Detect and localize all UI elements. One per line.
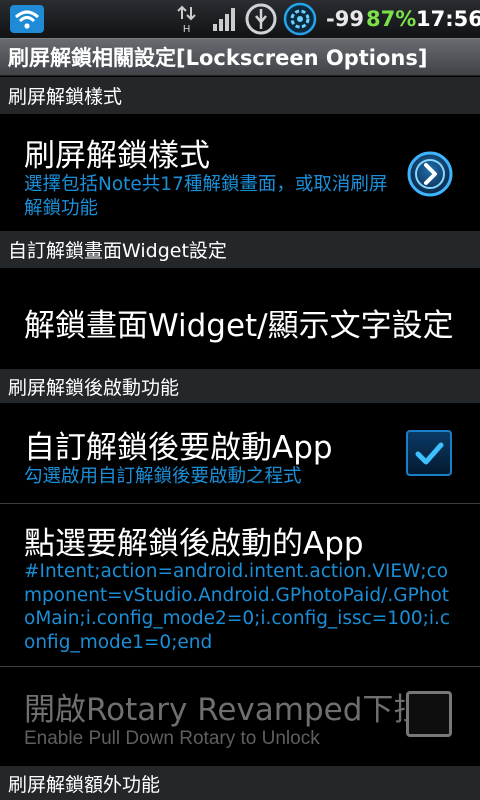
pref-rotary-summary: Enable Pull Down Rotary to Unlock bbox=[24, 728, 320, 749]
section-header-widget: 自訂解鎖畫面Widget設定 bbox=[0, 231, 480, 268]
checkmark-icon bbox=[415, 442, 444, 465]
pref-pick-app[interactable]: 點選要解鎖後啟動的App #Intent;action=android.inte… bbox=[0, 504, 480, 666]
network-type-icon: H bbox=[176, 0, 198, 38]
wifi-icon bbox=[10, 0, 44, 38]
pref-lock-style[interactable]: 刷屏解鎖樣式 選擇包括Note共17種解鎖畫面，或取消刷屏解鎖功能 bbox=[0, 114, 480, 231]
pref-lock-style-title: 刷屏解鎖樣式 bbox=[24, 138, 210, 174]
section-header-extra: 刷屏解鎖額外功能 bbox=[0, 766, 480, 800]
pref-pick-app-summary: #Intent;action=android.intent.action.VIE… bbox=[24, 561, 451, 653]
pref-custom-app-summary: 勾選啟用自訂解鎖後要啟動之程式 bbox=[24, 466, 302, 487]
network-type-label: H bbox=[183, 24, 190, 35]
clock: 17:56 bbox=[416, 7, 480, 31]
pref-lock-style-summary: 選擇包括Note共17種解鎖畫面，或取消刷屏解鎖功能 bbox=[24, 174, 388, 219]
pref-custom-app[interactable]: 自訂解鎖後要啟動App 勾選啟用自訂解鎖後要啟動之程式 bbox=[0, 403, 480, 503]
signal-icon bbox=[212, 0, 236, 38]
rotary-checkbox[interactable] bbox=[406, 691, 452, 737]
pref-widget-settings[interactable]: 解鎖畫面Widget/顯示文字設定 bbox=[0, 268, 480, 369]
chevron-right-circle-icon[interactable] bbox=[406, 150, 454, 202]
usb-debug-icon bbox=[244, 0, 278, 38]
pref-rotary-title: 開啟Rotary Revamped下拉 bbox=[24, 692, 425, 728]
page-title: 刷屏解鎖相關設定[Lockscreen Options] bbox=[0, 38, 480, 76]
pref-pick-app-title: 點選要解鎖後啟動的App bbox=[24, 526, 364, 562]
section-header-lock-style: 刷屏解鎖樣式 bbox=[0, 77, 480, 114]
pref-widget-settings-title: 解鎖畫面Widget/顯示文字設定 bbox=[24, 308, 454, 344]
sync-gear-icon bbox=[282, 0, 318, 38]
signal-strength-value: -99 bbox=[326, 7, 364, 31]
custom-app-checkbox[interactable] bbox=[406, 430, 452, 476]
status-bar: H -99 87% 17:56 bbox=[0, 0, 480, 38]
battery-percent: 87% bbox=[366, 7, 417, 31]
section-header-launch: 刷屏解鎖後啟動功能 bbox=[0, 369, 480, 403]
pref-rotary-pulldown[interactable]: 開啟Rotary Revamped下拉 Enable Pull Down Rot… bbox=[0, 667, 480, 766]
pref-custom-app-title: 自訂解鎖後要啟動App bbox=[24, 430, 333, 466]
